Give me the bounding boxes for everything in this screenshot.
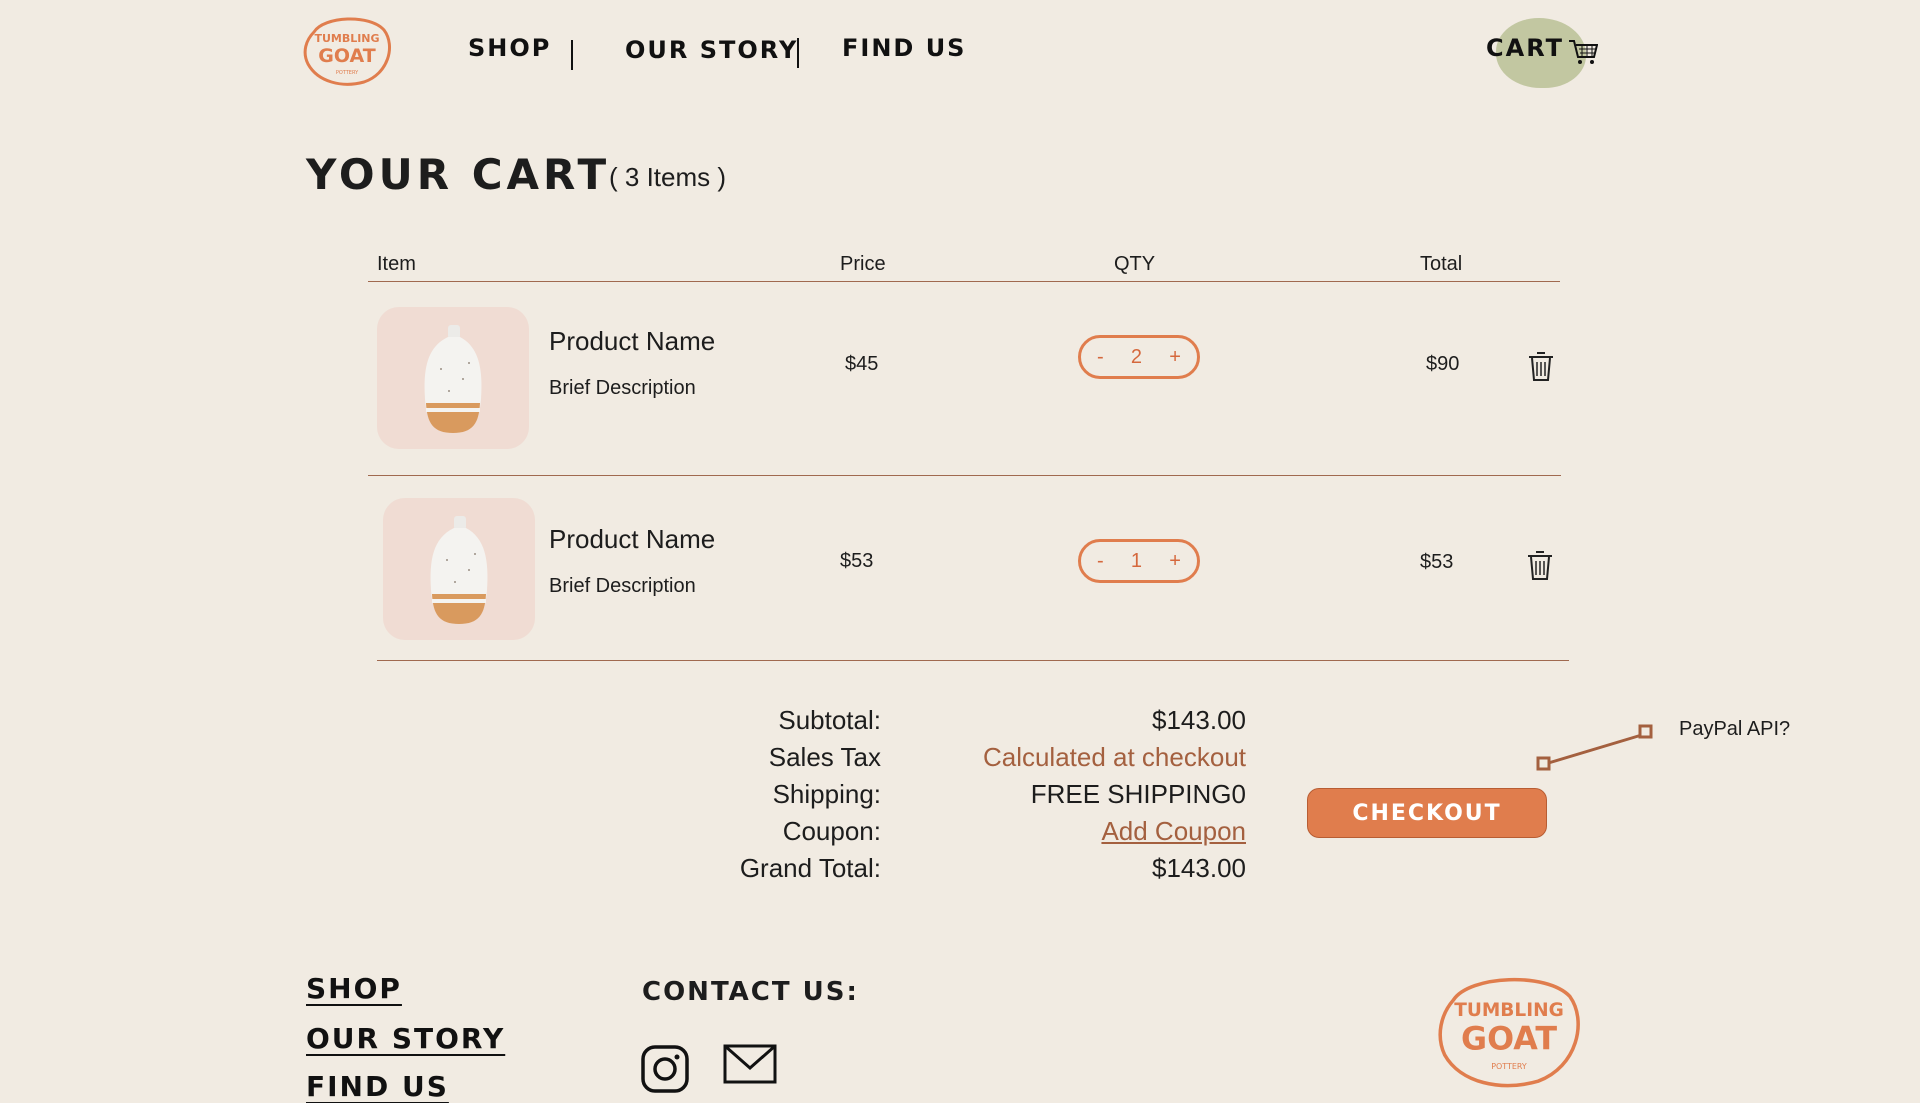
product-description: Brief Description [549,377,696,399]
checkout-button-label: CHECKOUT [1352,800,1502,826]
footer-link-shop[interactable]: SHOP [306,972,402,1005]
sales-tax-value: Calculated at checkout [982,742,1246,772]
product-name[interactable]: Product Name [549,524,715,555]
page-title: YOUR CART [306,150,611,199]
svg-text:GOAT: GOAT [318,45,375,67]
quantity-stepper[interactable]: - 2 + [1078,335,1200,379]
cart-link[interactable]: CART [1486,34,1564,62]
shipping-value: FREE SHIPPING0 [1030,779,1246,809]
trash-icon[interactable] [1526,549,1554,581]
nav-find-us[interactable]: FIND US [842,34,966,62]
nav-divider [797,38,799,68]
product-description: Brief Description [549,575,696,597]
increase-quantity-button[interactable]: + [1169,550,1181,573]
line-total: $90 [1426,353,1460,375]
checkout-button[interactable]: CHECKOUT [1307,788,1547,838]
decrease-quantity-button[interactable]: - [1097,550,1104,573]
product-image[interactable] [377,307,529,449]
svg-text:GOAT: GOAT [1461,1021,1557,1057]
quantity-value: 1 [1130,549,1143,572]
annotation-note: PayPal API? [1679,718,1791,740]
footer-logo[interactable]: TUMBLING GOAT POTTERY [1424,970,1594,1090]
grand-total-value: $143.00 [1152,853,1246,883]
subtotal-value: $143.00 [1152,705,1246,735]
cart-icon[interactable] [1568,38,1598,66]
line-total: $53 [1420,551,1454,573]
footer-link-our-story[interactable]: OUR STORY [306,1022,505,1055]
quantity-value: 2 [1130,345,1143,368]
increase-quantity-button[interactable]: + [1169,346,1181,369]
decrease-quantity-button[interactable]: - [1097,346,1104,369]
product-image[interactable] [383,498,535,640]
logo[interactable]: TUMBLING GOAT POTTERY [302,14,392,86]
column-header-price: Price [840,253,886,275]
column-header-item: Item [377,253,416,275]
svg-text:TUMBLING: TUMBLING [314,32,379,45]
item-count: ( 3 Items ) [609,162,727,192]
column-header-total: Total [1420,253,1463,275]
header-divider [368,281,1560,282]
grand-total-label: Grand Total: [739,853,881,883]
product-name[interactable]: Product Name [549,326,715,357]
trash-icon[interactable] [1527,350,1555,382]
footer-link-find-us[interactable]: FIND US [306,1070,449,1103]
quantity-stepper[interactable]: - 1 + [1078,539,1200,583]
add-coupon-link[interactable]: Add Coupon [1101,816,1246,847]
row-divider [368,475,1561,476]
coupon-label: Coupon: [782,816,881,846]
annotation-connector [1536,724,1653,771]
sales-tax-label: Sales Tax [768,742,881,772]
column-header-qty: QTY [1114,253,1156,275]
subtotal-label: Subtotal: [778,705,881,735]
svg-text:TUMBLING: TUMBLING [1454,1000,1564,1021]
nav-divider [571,40,573,70]
mail-icon[interactable] [723,1044,777,1084]
instagram-icon[interactable] [640,1044,690,1094]
nav-our-story[interactable]: OUR STORY [625,36,798,64]
shipping-label: Shipping: [772,779,881,809]
unit-price: $45 [845,353,879,375]
row-divider [377,660,1569,661]
nav-shop[interactable]: SHOP [468,34,551,62]
unit-price: $53 [840,550,874,572]
svg-text:POTTERY: POTTERY [336,70,359,76]
svg-text:POTTERY: POTTERY [1491,1062,1527,1071]
contact-title: CONTACT US: [642,977,859,1007]
